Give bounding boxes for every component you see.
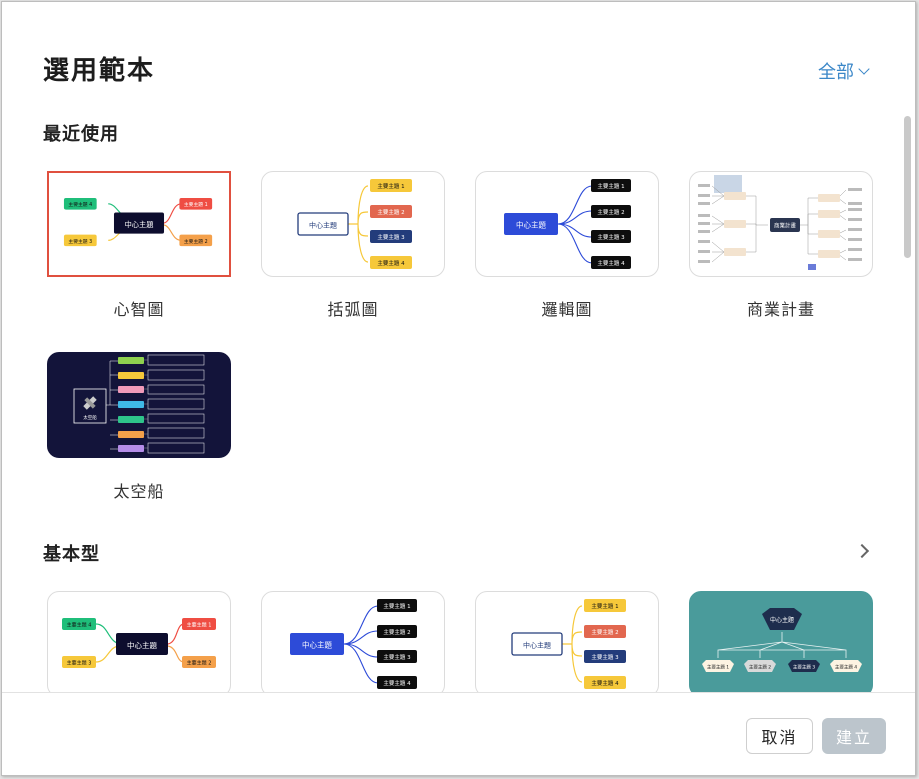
- template-card-spaceship[interactable]: 太空船: [47, 352, 231, 458]
- cancel-button[interactable]: 取消: [746, 718, 813, 754]
- thumb-center-label: 中心主題: [770, 616, 794, 624]
- basic-mindmap-thumbnail: 中心主題 主要主題 4 主要主題 3 主要主題 1 主要主題 2: [62, 618, 216, 668]
- thumb-topic-label: 主要主題 4: [377, 259, 405, 267]
- template-card-basic-logic[interactable]: 中心主題 主要主題 1 主要主題 2 主要主題 3 主要主題 4: [261, 591, 445, 692]
- thumb-center-label: 中心主題: [309, 221, 337, 230]
- thumb-topic-label: 主要主題 1: [591, 602, 618, 610]
- template-label-logic: 邏輯圖: [541, 300, 593, 319]
- template-label-brace: 括弧圖: [327, 300, 379, 319]
- thumb-topic-label: 主要主題 3: [597, 233, 625, 241]
- thumb-topic-label: 主要主題 3: [383, 653, 411, 661]
- chevron-down-icon: [858, 63, 870, 75]
- template-card-business[interactable]: 商業計畫: [689, 171, 873, 277]
- brace-thumbnail: 中心主題 主要主題 1 主要主題 2 主要主題 3 主要主題 4: [297, 179, 412, 269]
- template-label-business: 商業計畫: [746, 300, 815, 319]
- orgchart-thumbnail: 中心主題 主要主題 1 主要主題 2 主要主題 3 主要主題 4: [702, 608, 862, 672]
- thumb-topic-label: 主要主題 2: [187, 660, 212, 667]
- thumb-topic-label: 主要主題 2: [377, 208, 404, 216]
- thumb-topic-label: 主要主題 1: [187, 622, 212, 629]
- thumb-topic-label: 主要主題 4: [383, 679, 411, 687]
- vertical-scrollbar[interactable]: [904, 116, 911, 258]
- section-title-basic: 基本型: [43, 544, 100, 565]
- mindmap-thumbnail: 中心主題 主要主題 4 主要主題 3 主要主題 1 主要主題 2: [63, 198, 213, 247]
- thumb-topic-label: 主要主題 4: [597, 259, 625, 267]
- thumb-topic-label: 主要主題 2: [597, 208, 624, 216]
- template-dialog: 選用範本 全部 最近使用 中心主題 主要主題 4 主要主題 3 主要主題 1 主…: [1, 1, 916, 776]
- thumb-topic-label: 主要主題 2: [591, 628, 618, 636]
- template-card-mindmap[interactable]: 中心主題 主要主題 4 主要主題 3 主要主題 1 主要主題 2: [47, 171, 231, 277]
- thumb-topic-label: 主要主題 4: [835, 664, 857, 671]
- create-button[interactable]: 建立: [822, 718, 886, 754]
- template-card-logic[interactable]: 中心主題 主要主題 1 主要主題 2 主要主題 3 主要主題 4: [475, 171, 659, 277]
- dialog-title: 選用範本: [43, 56, 156, 86]
- thumb-topic-label: 主要主題 1: [184, 201, 208, 208]
- template-label-mindmap: 心智圖: [113, 300, 165, 319]
- dialog-header: 選用範本 全部: [2, 2, 915, 112]
- template-card-brace[interactable]: 中心主題 主要主題 1 主要主題 2 主要主題 3 主要主題 4: [261, 171, 445, 277]
- thumb-topic-label: 主要主題 2: [749, 664, 771, 671]
- logic-thumbnail: 中心主題 主要主題 1 主要主題 2 主要主題 3 主要主題 4: [504, 179, 631, 269]
- thumb-topic-label: 主要主題 1: [377, 182, 404, 190]
- thumb-center-label: 太空船: [83, 414, 97, 421]
- thumb-topic-label: 主要主題 3: [68, 238, 92, 245]
- chevron-right-icon[interactable]: [854, 543, 870, 559]
- thumb-topic-label: 主要主題 3: [793, 664, 815, 671]
- thumb-topic-label: 主要主題 2: [184, 238, 208, 245]
- thumb-center-label: 中心主題: [523, 641, 551, 650]
- thumb-center-label: 中心主題: [125, 220, 154, 229]
- thumb-center-label: 商業計畫: [774, 222, 797, 230]
- basic-brace-thumbnail: 中心主題 主要主題 1 主要主題 2 主要主題 3 主要主題 4: [511, 599, 626, 689]
- template-card-basic-orgchart[interactable]: 中心主題 主要主題 1 主要主題 2 主要主題 3 主要主題 4: [689, 591, 873, 692]
- thumb-topic-label: 主要主題 1: [597, 182, 624, 190]
- dialog-footer: 取消 建立: [2, 692, 915, 775]
- business-thumbnail: 商業計畫: [698, 175, 862, 270]
- template-card-basic-mindmap[interactable]: 中心主題 主要主題 4 主要主題 3 主要主題 1 主要主題 2: [47, 591, 231, 692]
- thumb-topic-label: 主要主題 3: [377, 233, 405, 241]
- section-title-recent: 最近使用: [43, 124, 119, 145]
- basic-logic-thumbnail: 中心主題 主要主題 1 主要主題 2 主要主題 3 主要主題 4: [290, 599, 417, 689]
- filter-label: 全部: [818, 62, 854, 83]
- thumb-topic-label: 主要主題 1: [383, 602, 410, 610]
- template-label-spaceship: 太空船: [113, 482, 165, 501]
- thumb-center-label: 中心主題: [516, 220, 546, 230]
- thumb-center-label: 中心主題: [127, 640, 157, 650]
- thumb-topic-label: 主要主題 4: [67, 622, 92, 629]
- spaceship-thumbnail: 太空船: [73, 354, 205, 454]
- thumb-center-label: 中心主題: [302, 640, 332, 650]
- thumb-topic-label: 主要主題 2: [383, 628, 410, 636]
- thumb-topic-label: 主要主題 3: [591, 653, 619, 661]
- thumb-topic-label: 主要主題 4: [68, 201, 92, 208]
- filter-dropdown[interactable]: 全部: [818, 58, 870, 84]
- thumb-topic-label: 主要主題 4: [591, 679, 619, 687]
- thumb-topic-label: 主要主題 1: [707, 664, 729, 671]
- template-list[interactable]: 最近使用 中心主題 主要主題 4 主要主題 3 主要主題 1 主要主題 2 心智…: [2, 112, 900, 692]
- template-card-basic-brace[interactable]: 中心主題 主要主題 1 主要主題 2 主要主題 3 主要主題 4: [475, 591, 659, 692]
- thumb-topic-label: 主要主題 3: [67, 660, 92, 667]
